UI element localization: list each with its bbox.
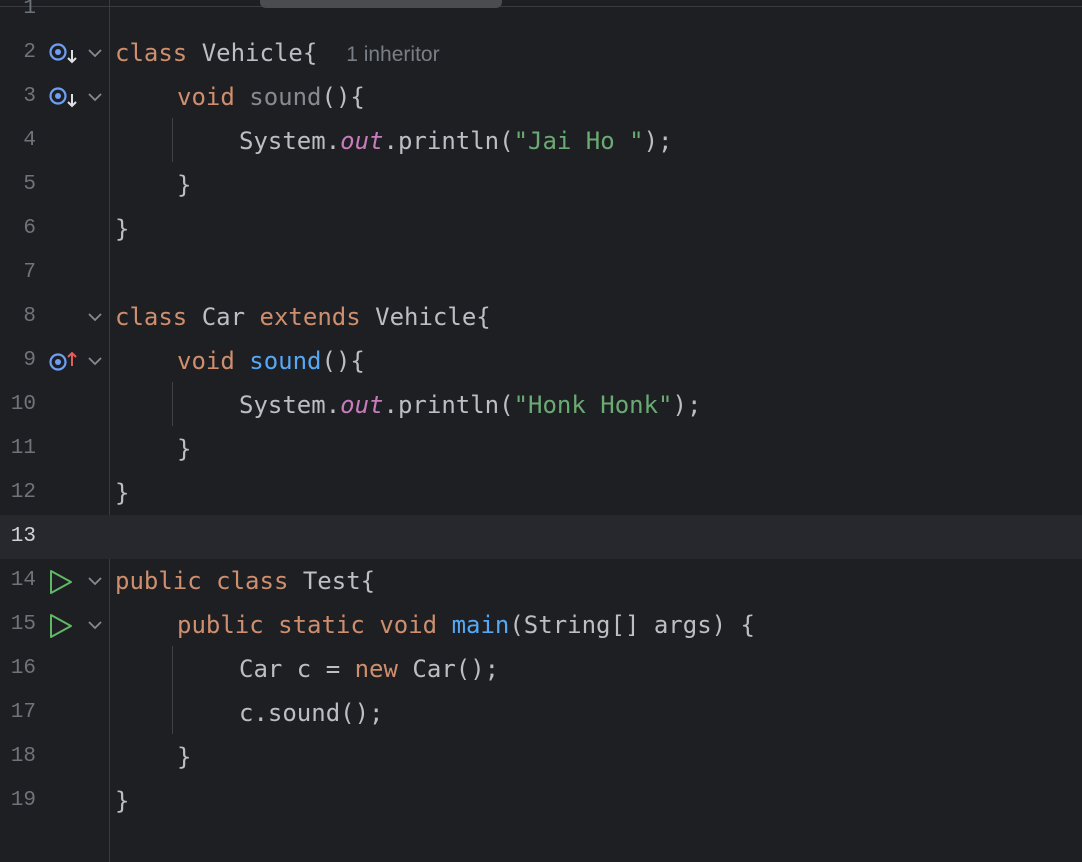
line-number: 6 — [23, 217, 36, 240]
code-text: } — [177, 171, 192, 199]
code-line[interactable]: 16 Car c = new Car(); — [0, 647, 1082, 691]
run-icon[interactable] — [48, 570, 78, 594]
run-icon[interactable] — [48, 614, 78, 638]
chevron-down-icon[interactable] — [86, 572, 104, 590]
chevron-down-icon[interactable] — [86, 616, 104, 634]
code-line[interactable]: 17 c.sound(); — [0, 691, 1082, 735]
code-text: System.out.println("Jai Ho "); — [239, 127, 673, 155]
code-text: } — [177, 743, 192, 771]
line-number: 18 — [10, 745, 36, 768]
line-number: 12 — [10, 481, 36, 504]
chevron-down-icon[interactable] — [86, 44, 104, 62]
code-line[interactable]: 14 public class Test{ — [0, 559, 1082, 603]
line-number: 9 — [23, 349, 36, 372]
code-text: System.out.println("Honk Honk"); — [239, 391, 702, 419]
overrides-up-icon[interactable] — [48, 350, 78, 374]
line-number: 2 — [23, 41, 36, 64]
code-line[interactable]: 9 void sound(){ — [0, 339, 1082, 383]
code-text: void sound(){ — [177, 83, 365, 111]
line-number: 3 — [23, 85, 36, 108]
code-line[interactable]: 12 } — [0, 471, 1082, 515]
implemented-down-icon[interactable] — [48, 42, 78, 66]
code-text: } — [115, 215, 130, 243]
code-text: void sound(){ — [177, 347, 365, 375]
code-line[interactable]: 10 System.out.println("Honk Honk"); — [0, 383, 1082, 427]
code-text: public static void main(String[] args) { — [177, 611, 755, 639]
line-number: 8 — [23, 305, 36, 328]
chevron-down-icon[interactable] — [86, 88, 104, 106]
code-line[interactable]: 3 void sound(){ — [0, 75, 1082, 119]
line-number: 5 — [23, 173, 36, 196]
line-number: 15 — [10, 613, 36, 636]
line-number: 19 — [10, 789, 36, 812]
code-text: } — [177, 435, 192, 463]
code-line[interactable]: 4 System.out.println("Jai Ho "); — [0, 119, 1082, 163]
code-text: class Car extends Vehicle{ — [115, 303, 491, 331]
line-number: 14 — [10, 569, 36, 592]
line-number: 16 — [10, 657, 36, 680]
line-number: 4 — [23, 129, 36, 152]
code-line[interactable]: 15 public static void main(String[] args… — [0, 603, 1082, 647]
code-text: c.sound(); — [239, 699, 384, 727]
code-line[interactable]: 7 — [0, 251, 1082, 295]
current-code-line[interactable]: 13 — [0, 515, 1082, 559]
line-number: 13 — [10, 525, 36, 548]
code-text: } — [115, 787, 130, 815]
code-line[interactable]: 18 } — [0, 735, 1082, 779]
code-text: class Vehicle{ 1 inheritor — [115, 39, 440, 67]
line-number: 10 — [10, 393, 36, 416]
code-text: Car c = new Car(); — [239, 655, 500, 683]
implemented-down-icon[interactable] — [48, 86, 78, 110]
line-number: 17 — [10, 701, 36, 724]
code-text: public class Test{ — [115, 567, 376, 595]
code-line[interactable]: 1 — [0, 0, 1082, 31]
inheritor-hint[interactable]: 1 inheritor — [346, 43, 439, 66]
code-line[interactable]: 5 } — [0, 163, 1082, 207]
code-editor[interactable]: 1 2 class Vehicle{ 1 inheritor 3 void so… — [0, 0, 1082, 862]
code-line[interactable]: 8 class Car extends Vehicle{ — [0, 295, 1082, 339]
chevron-down-icon[interactable] — [86, 352, 104, 370]
chevron-down-icon[interactable] — [86, 308, 104, 326]
line-number: 7 — [23, 261, 36, 284]
code-text: } — [115, 479, 130, 507]
code-line[interactable]: 6 } — [0, 207, 1082, 251]
line-number: 1 — [23, 0, 36, 20]
code-line[interactable]: 2 class Vehicle{ 1 inheritor — [0, 31, 1082, 75]
code-line[interactable]: 11 } — [0, 427, 1082, 471]
code-line[interactable]: 19 } — [0, 779, 1082, 823]
line-number: 11 — [10, 437, 36, 460]
